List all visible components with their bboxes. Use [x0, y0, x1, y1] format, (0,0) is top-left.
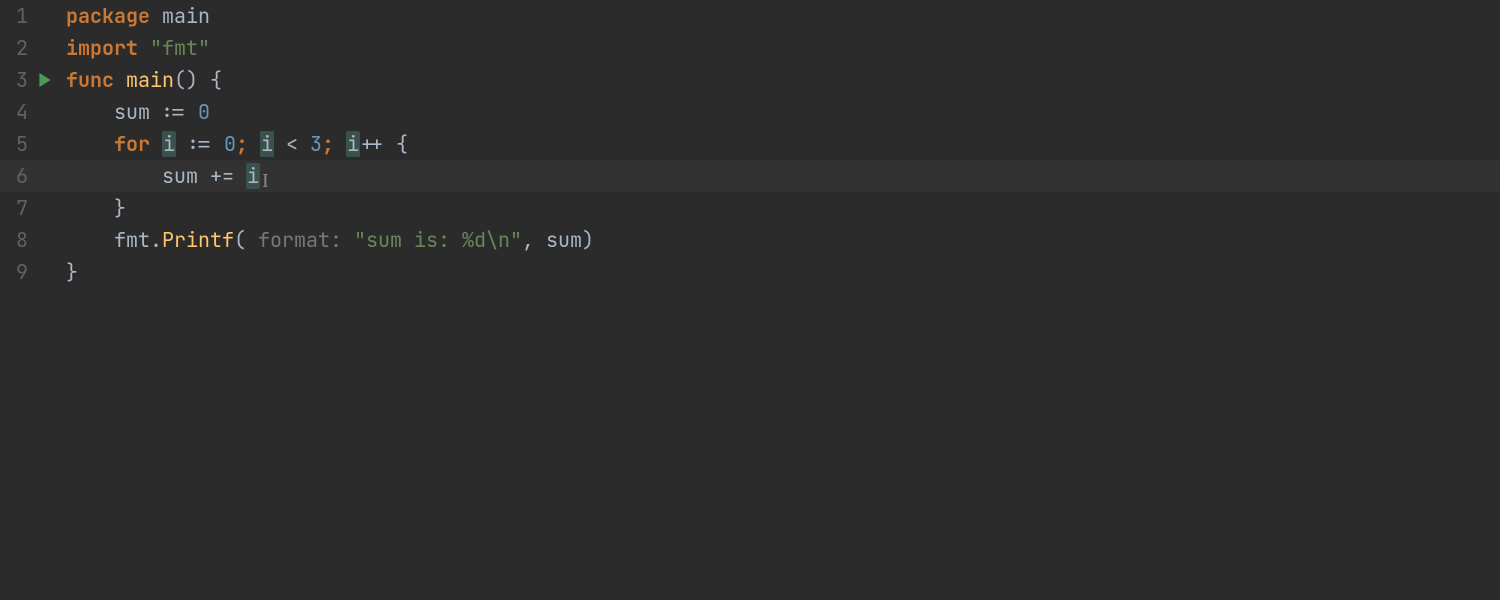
- indent: [66, 195, 114, 221]
- semicolon: ;: [236, 131, 248, 157]
- code-line[interactable]: 3 func main() {: [0, 64, 1500, 96]
- var-sum: sum: [114, 99, 162, 125]
- code-content[interactable]: for i := 0; i < 3; i++ {: [66, 128, 1500, 160]
- line-number: 5: [0, 128, 36, 160]
- space: [248, 131, 260, 157]
- var-i: i: [260, 131, 274, 157]
- indent: [66, 163, 162, 189]
- pkg-ref: fmt: [114, 227, 150, 253]
- line-number: 1: [0, 0, 36, 32]
- space: [334, 131, 346, 157]
- number-literal: 3: [310, 131, 322, 157]
- func-call: Printf: [162, 227, 234, 253]
- code-content[interactable]: import "fmt": [66, 32, 1500, 64]
- code-line[interactable]: 4 sum := 0: [0, 96, 1500, 128]
- code-line[interactable]: 5 for i := 0; i < 3; i++ {: [0, 128, 1500, 160]
- keyword-for: for: [114, 131, 150, 157]
- line-number: 7: [0, 192, 36, 224]
- import-path: "fmt": [150, 35, 210, 61]
- space: [150, 3, 162, 29]
- func-name: main: [126, 67, 174, 93]
- string-literal: "sum is: %d\n": [354, 227, 522, 253]
- code-line-current[interactable]: 6 sum += i: [0, 160, 1500, 192]
- space: [150, 131, 162, 157]
- text-cursor-icon: [260, 167, 261, 189]
- gutter-icon-slot[interactable]: [36, 9, 66, 151]
- line-number: 2: [0, 32, 36, 64]
- var-i: i: [246, 163, 260, 189]
- space: [114, 67, 126, 93]
- paren-open: (: [234, 227, 246, 253]
- dot: .: [150, 227, 162, 253]
- operator-lt: <: [274, 131, 310, 157]
- line-number: 8: [0, 224, 36, 256]
- code-line[interactable]: 1 package main: [0, 0, 1500, 32]
- space: [342, 227, 354, 253]
- indent: [66, 227, 114, 253]
- number-literal: 0: [198, 99, 210, 125]
- package-name: main: [162, 3, 210, 29]
- line-number: 3: [0, 64, 36, 96]
- line-number: 6: [0, 160, 36, 192]
- code-content[interactable]: fmt.Printf( format: "sum is: %d\n", sum): [66, 224, 1500, 256]
- code-content[interactable]: sum := 0: [66, 96, 1500, 128]
- code-content[interactable]: func main() {: [66, 64, 1500, 96]
- code-text: ++ {: [360, 131, 408, 157]
- code-line[interactable]: 8 fmt.Printf( format: "sum is: %d\n", su…: [0, 224, 1500, 256]
- semicolon: ;: [322, 131, 334, 157]
- brace-close: }: [66, 259, 78, 285]
- code-line[interactable]: 7 }: [0, 192, 1500, 224]
- code-text: , sum): [522, 227, 594, 253]
- operator-assign: :=: [162, 99, 198, 125]
- code-editor[interactable]: 1 package main 2 import "fmt" 3 func mai…: [0, 0, 1500, 600]
- code-line[interactable]: 9 }: [0, 256, 1500, 288]
- number-literal: 0: [224, 131, 236, 157]
- inlay-hint: format:: [258, 227, 342, 253]
- space: [138, 35, 150, 61]
- brace-close: }: [114, 195, 126, 221]
- indent: [66, 131, 114, 157]
- code-text: () {: [174, 67, 222, 93]
- code-line[interactable]: 2 import "fmt": [0, 32, 1500, 64]
- line-number: 4: [0, 96, 36, 128]
- code-content[interactable]: }: [66, 192, 1500, 224]
- var-i: i: [162, 131, 176, 157]
- code-content[interactable]: package main: [66, 0, 1500, 32]
- space: [246, 227, 258, 253]
- operator-assign: :=: [176, 131, 224, 157]
- line-number: 9: [0, 256, 36, 288]
- code-content[interactable]: }: [66, 256, 1500, 288]
- keyword-func: func: [66, 67, 114, 93]
- indent: [66, 99, 114, 125]
- code-content[interactable]: sum += i: [66, 160, 1500, 192]
- var-i: i: [346, 131, 360, 157]
- code-text: sum +=: [162, 163, 246, 189]
